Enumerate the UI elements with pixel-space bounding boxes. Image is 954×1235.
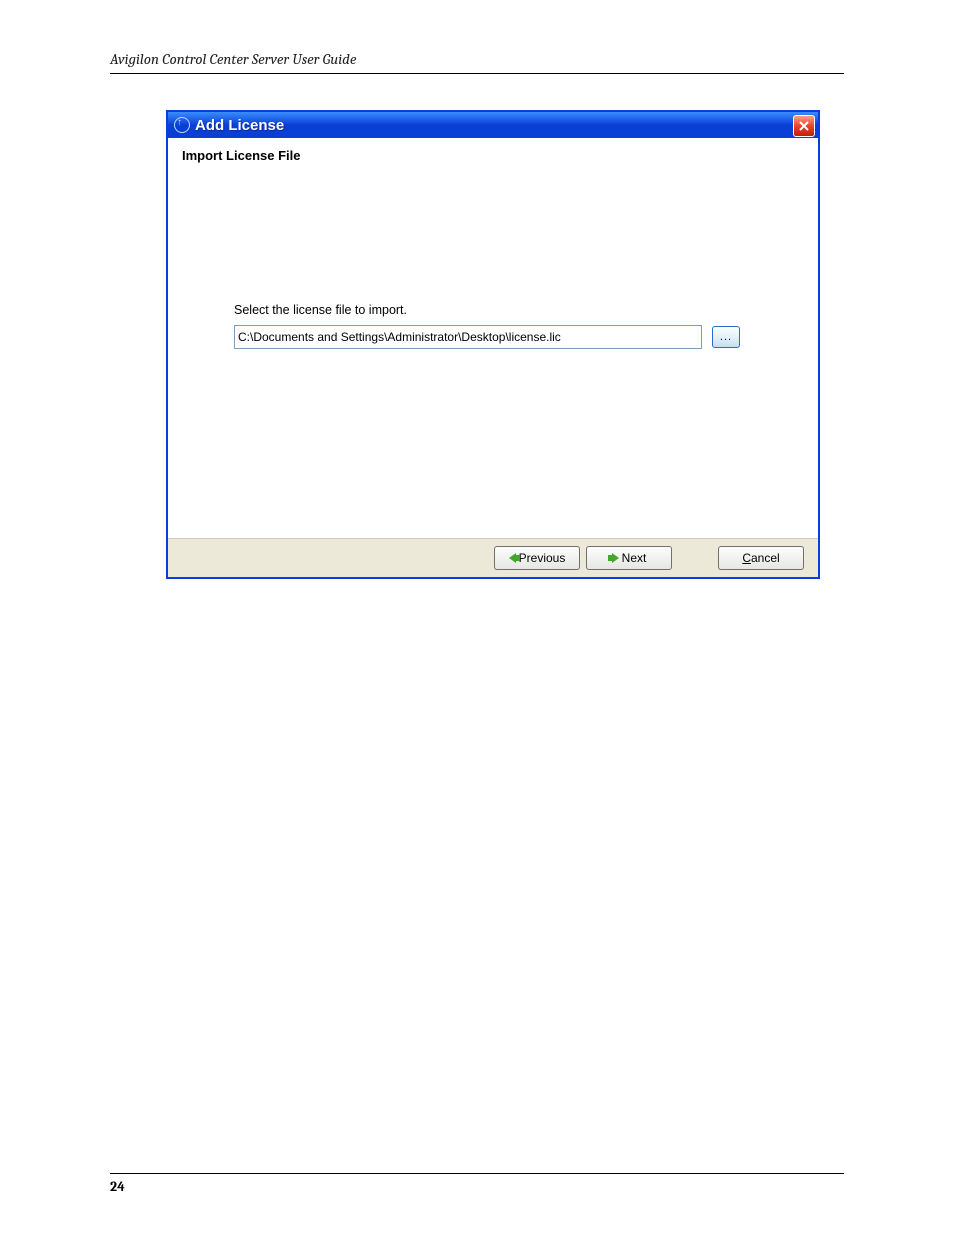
window-title: Add License — [195, 117, 284, 134]
arrow-right-icon — [612, 553, 619, 563]
app-icon — [174, 117, 190, 133]
section-title: Import License File — [182, 148, 804, 163]
button-bar: Previous Next Cancel — [168, 538, 818, 577]
browse-button[interactable]: ... — [712, 326, 740, 348]
cancel-label: Cancel — [742, 551, 779, 565]
next-button[interactable]: Next — [586, 546, 672, 570]
document-header: Avigilon Control Center Server User Guid… — [110, 50, 844, 74]
instruction-text: Select the license file to import. — [234, 303, 804, 317]
cancel-button[interactable]: Cancel — [718, 546, 804, 570]
page-number: 24 — [110, 1173, 844, 1195]
add-license-dialog: Add License Import License File Select t… — [166, 110, 820, 579]
arrow-left-icon — [509, 553, 516, 563]
close-icon — [798, 120, 810, 132]
previous-button[interactable]: Previous — [494, 546, 580, 570]
titlebar[interactable]: Add License — [168, 112, 818, 138]
dialog-content: Import License File Select the license f… — [168, 138, 818, 538]
next-label: Next — [622, 551, 647, 565]
file-path-input[interactable] — [234, 325, 702, 349]
close-button[interactable] — [793, 115, 815, 137]
previous-label: Previous — [519, 551, 566, 565]
